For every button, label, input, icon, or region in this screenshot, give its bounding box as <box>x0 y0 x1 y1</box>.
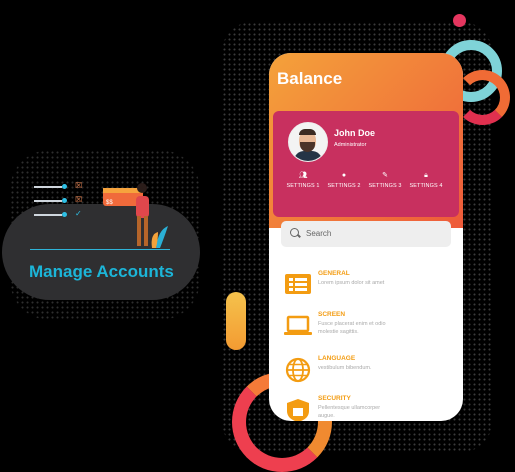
list-icon <box>285 274 311 294</box>
manage-accounts-title: Manage Accounts <box>29 262 174 281</box>
decorative-orange-ring <box>455 70 510 125</box>
shield-icon <box>287 399 309 421</box>
phone-screen: Balance John Doe Administrator 👥︎ SETTIN… <box>269 53 463 421</box>
menu-item-description: Lorem ipsum dolor sit amet <box>318 280 385 286</box>
person-with-card-illustration: $$ <box>103 183 168 248</box>
menu-item-title: LANGUAGE <box>318 355 356 362</box>
menu-item-screen[interactable]: SCREEN Fusce placerat enim et odio moles… <box>283 311 453 349</box>
checklist-dot <box>62 212 67 217</box>
users-icon: 👥︎ <box>298 172 308 179</box>
pencil-icon: ✎ <box>382 172 388 179</box>
settings-3-button[interactable]: ✎ SETTINGS 3 <box>363 171 407 189</box>
settings-label: SETTINGS 4 <box>409 183 443 189</box>
checklist-line <box>34 214 62 216</box>
menu-item-description: Pellentesque ullamcorper augue. <box>318 405 381 419</box>
menu-item-title: GENERAL <box>318 270 350 277</box>
checklist-dot <box>62 198 67 203</box>
decorative-yellow-pill <box>226 292 246 350</box>
menu-item-language[interactable]: LANGUAGE vestibulum bibendum. <box>283 355 453 393</box>
checkmark-icon: ✓ <box>75 209 82 218</box>
profile-role: Administrator <box>334 142 367 148</box>
menu-item-title: SECURITY <box>318 395 351 402</box>
settings-4-button[interactable]: 🔒︎ SETTINGS 4 <box>404 171 448 189</box>
search-input[interactable]: Search <box>281 221 451 247</box>
checklist-dot <box>62 184 67 189</box>
laptop-icon <box>284 315 312 335</box>
avatar[interactable] <box>288 122 328 162</box>
settings-2-button[interactable]: ● SETTINGS 2 <box>322 171 366 189</box>
settings-label: SETTINGS 1 <box>286 183 320 189</box>
checklist-line <box>34 186 62 188</box>
decorative-pink-dot <box>453 14 466 27</box>
lock-icon: 🔒︎ <box>424 172 428 179</box>
checklist-line <box>34 200 62 202</box>
menu-item-title: SCREEN <box>318 311 346 318</box>
settings-label: SETTINGS 2 <box>327 183 361 189</box>
search-icon <box>290 228 299 237</box>
settings-1-button[interactable]: 👥︎ SETTINGS 1 <box>281 171 325 189</box>
menu-item-security[interactable]: SECURITY Pellentesque ullamcorper augue. <box>283 395 453 421</box>
page-title: Balance <box>277 69 343 88</box>
menu-item-description: vestibulum bibendum. <box>318 365 372 371</box>
checkbox-icon: ☒ <box>75 181 83 190</box>
phone-header: Balance John Doe Administrator 👥︎ SETTIN… <box>269 53 463 228</box>
user-circle-icon: ● <box>341 172 347 179</box>
profile-name: John Doe <box>334 128 376 138</box>
svg-text:$$: $$ <box>106 200 113 206</box>
menu-item-general[interactable]: GENERAL Lorem ipsum dolor sit amet <box>283 270 453 308</box>
checkbox-icon: ☒ <box>75 195 83 204</box>
settings-label: SETTINGS 3 <box>368 183 402 189</box>
search-placeholder: Search <box>306 229 332 238</box>
menu-item-description: Fusce placerat enim et odio molestie sag… <box>318 321 386 335</box>
profile-card: John Doe Administrator 👥︎ SETTINGS 1 ● S… <box>273 111 459 217</box>
globe-icon <box>285 357 311 383</box>
